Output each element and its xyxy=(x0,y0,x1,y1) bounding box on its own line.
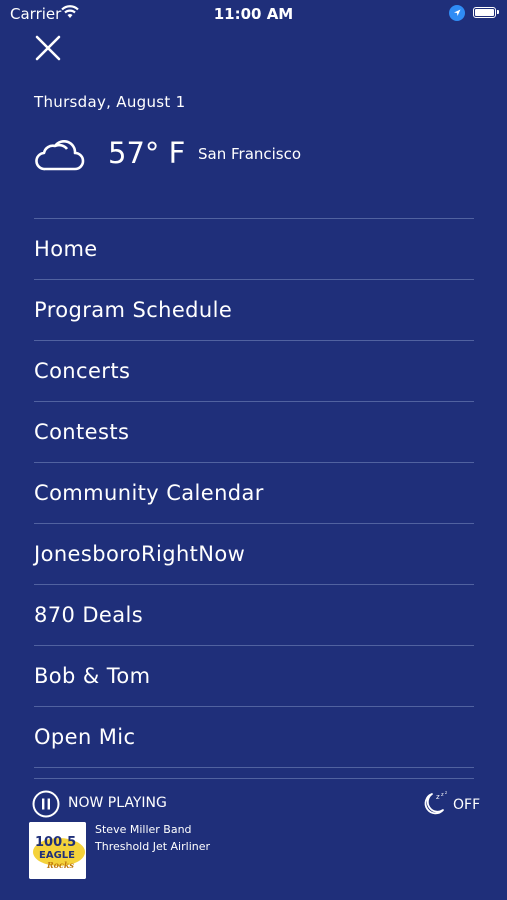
menu-item-home[interactable]: Home xyxy=(34,218,474,279)
menu-item-open-mic[interactable]: Open Mic xyxy=(34,706,474,767)
menu-item-jonesbororightnow[interactable]: JonesboroRightNow xyxy=(34,523,474,584)
player-divider xyxy=(34,778,474,779)
svg-text:z: z xyxy=(436,793,440,801)
menu-item-contests[interactable]: Contests xyxy=(34,401,474,462)
track-title: Threshold Jet Airliner xyxy=(95,840,211,853)
pause-button[interactable] xyxy=(32,790,60,818)
sleep-timer-label: OFF xyxy=(453,797,481,813)
now-playing-bar: NOW PLAYING z z z OFF 100.5 EAGLE Rocks … xyxy=(0,780,507,900)
sleep-timer-button[interactable]: z z z OFF xyxy=(421,790,480,818)
temperature: 57° F xyxy=(108,136,186,170)
svg-text:z: z xyxy=(441,792,444,798)
close-icon xyxy=(35,35,61,61)
track-artist: Steve Miller Band xyxy=(95,823,192,836)
close-button[interactable] xyxy=(30,30,66,66)
menu-item-bob-and-tom[interactable]: Bob & Tom xyxy=(34,645,474,706)
sleep-moon-icon: z z z xyxy=(424,790,447,815)
status-bar: Carrier 11:00 AM xyxy=(0,0,507,28)
now-playing-label: NOW PLAYING xyxy=(68,795,167,811)
station-logo: 100.5 EAGLE Rocks xyxy=(29,822,86,879)
weather-city: San Francisco xyxy=(198,145,302,163)
pause-icon xyxy=(32,790,60,818)
navigation-menu: Home Program Schedule Concerts Contests … xyxy=(34,218,474,768)
menu-divider xyxy=(34,767,474,768)
menu-item-community-calendar[interactable]: Community Calendar xyxy=(34,462,474,523)
menu-item-870-deals[interactable]: 870 Deals xyxy=(34,584,474,645)
menu-item-program-schedule[interactable]: Program Schedule xyxy=(34,279,474,340)
cloud-icon xyxy=(33,137,85,177)
menu-item-concerts[interactable]: Concerts xyxy=(34,340,474,401)
weather-date: Thursday, August 1 xyxy=(34,93,186,111)
logo-tagline: Rocks xyxy=(46,860,74,870)
logo-frequency: 100.5 xyxy=(35,835,76,850)
battery-icon xyxy=(473,7,499,18)
location-arrow-icon xyxy=(449,5,465,21)
status-time: 11:00 AM xyxy=(213,5,294,23)
svg-text:z: z xyxy=(445,790,447,795)
